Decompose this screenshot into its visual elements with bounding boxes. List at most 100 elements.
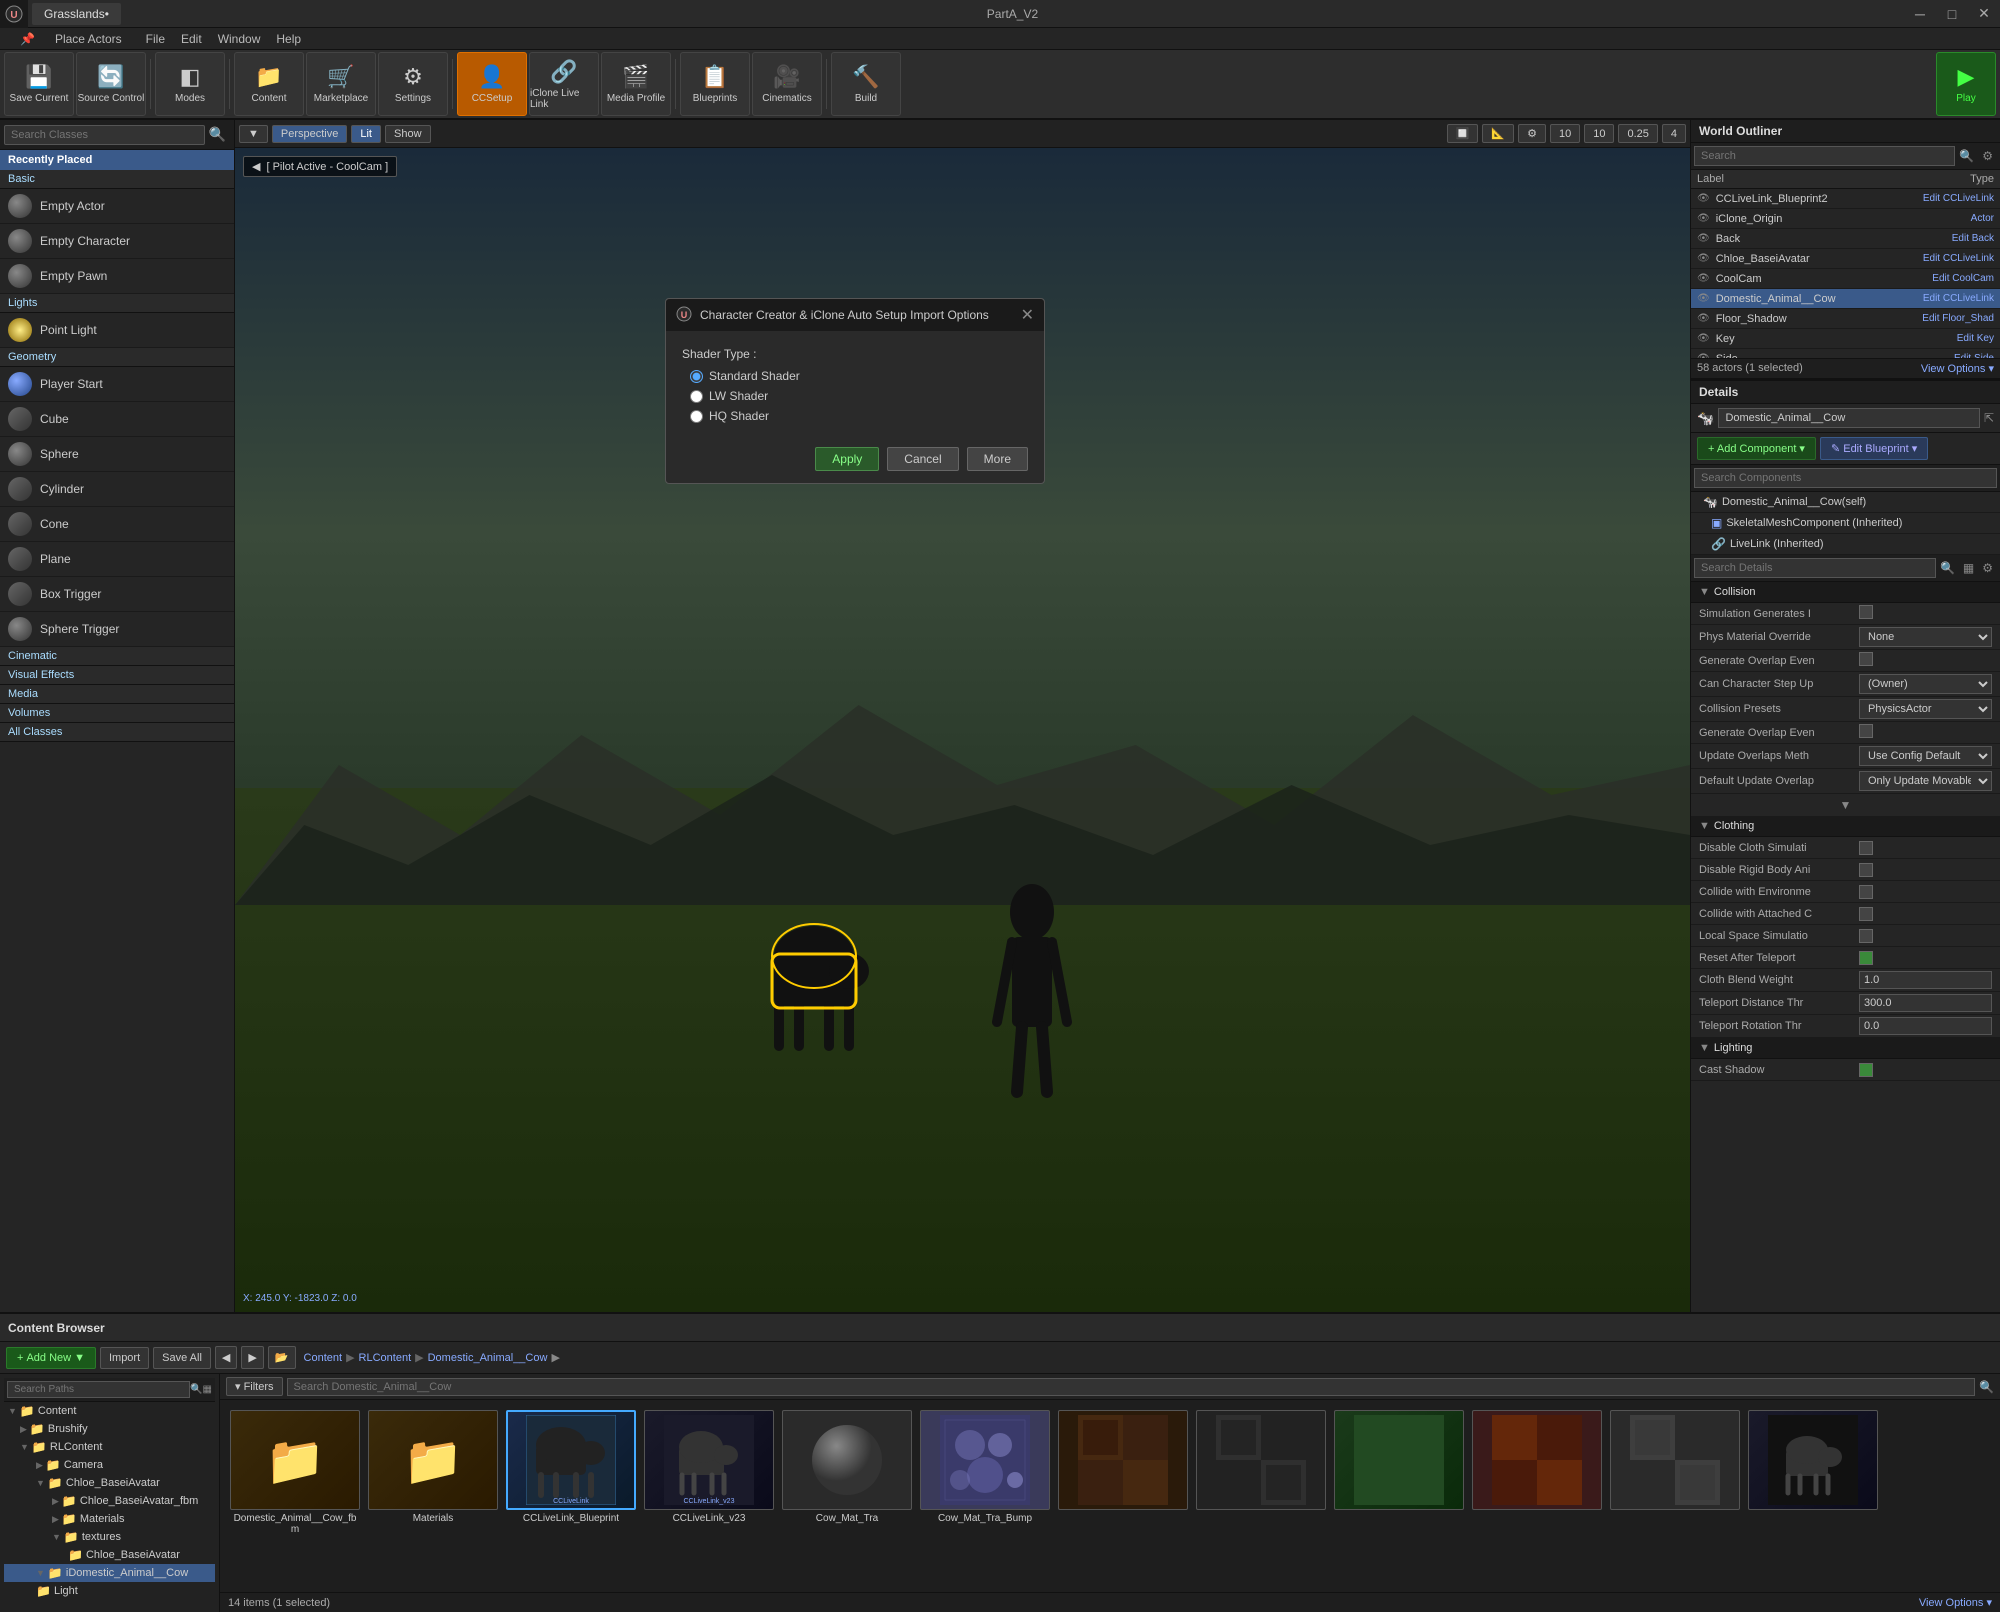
menu-window[interactable]: Window <box>210 30 269 48</box>
tree-view-options-icon[interactable]: ▦ <box>203 1384 212 1395</box>
list-item[interactable]: Sphere Trigger <box>0 612 234 647</box>
clothing-section-header[interactable]: ▼ Clothing <box>1691 816 2000 837</box>
save-current-button[interactable]: 💾 Save Current <box>4 52 74 116</box>
prop-checkbox[interactable] <box>1859 951 1873 965</box>
snap-btn-3[interactable]: ⚙ <box>1518 124 1546 143</box>
table-row[interactable]: 👁 Side Edit Side <box>1691 349 2000 358</box>
tree-item-textures[interactable]: ▼ 📁 textures <box>4 1528 215 1546</box>
collision-presets-select[interactable]: PhysicsActor <box>1859 699 1992 719</box>
phys-material-select[interactable]: None <box>1859 627 1992 647</box>
grid-snap-value[interactable]: 10 <box>1550 124 1580 143</box>
list-item[interactable] <box>1748 1410 1878 1535</box>
tree-item-chloe-fbm[interactable]: ▶ 📁 Chloe_BaseiAvatar_fbm <box>4 1492 215 1510</box>
content-button[interactable]: 📁 Content <box>234 52 304 116</box>
radio-lw-shader-input[interactable] <box>690 390 703 403</box>
breadcrumb-animal[interactable]: Domestic_Animal__Cow <box>428 1352 548 1364</box>
recently-placed-header[interactable]: Recently Placed <box>0 150 234 170</box>
sidebar-item-geometry[interactable]: Geometry <box>0 348 234 367</box>
close-btn[interactable]: ✕ <box>1968 0 2000 28</box>
tree-item-brushify[interactable]: ▶ 📁 Brushify <box>4 1420 215 1438</box>
visibility-icon[interactable]: 👁 <box>1697 273 1710 284</box>
snap-btn-1[interactable]: 🔲 <box>1447 124 1479 143</box>
list-item[interactable]: Point Light <box>0 313 234 348</box>
visibility-icon[interactable]: 👁 <box>1697 313 1710 324</box>
breadcrumb-content[interactable]: Content <box>304 1352 343 1364</box>
dialog-apply-button[interactable]: Apply <box>815 447 879 471</box>
cinematics-button[interactable]: 🎥 Cinematics <box>752 52 822 116</box>
sidebar-item-media[interactable]: Media <box>0 685 234 704</box>
list-item[interactable]: Cow_Mat_Tra <box>782 1410 912 1535</box>
rot-snap-value[interactable]: 10 <box>1584 124 1614 143</box>
list-item[interactable]: Empty Character <box>0 224 234 259</box>
dialog-more-button[interactable]: More <box>967 447 1028 471</box>
blueprints-button[interactable]: 📋 Blueprints <box>680 52 750 116</box>
maximize-btn[interactable]: □ <box>1936 0 1968 28</box>
visibility-icon[interactable]: 👁 <box>1697 193 1710 204</box>
menu-help[interactable]: Help <box>268 30 309 48</box>
breadcrumb-rlcontent[interactable]: RLContent <box>359 1352 412 1364</box>
viewport-perspective-btn[interactable]: Perspective <box>272 125 347 143</box>
list-item[interactable]: Cube <box>0 402 234 437</box>
list-item[interactable] <box>1472 1410 1602 1535</box>
edit-blueprint-button[interactable]: ✎ Edit Blueprint ▾ <box>1820 437 1928 460</box>
visibility-icon[interactable]: 👁 <box>1697 213 1710 224</box>
tree-item-materials[interactable]: ▶ 📁 Materials <box>4 1510 215 1528</box>
nav-back-button[interactable]: ◀ <box>215 1346 237 1369</box>
build-button[interactable]: 🔨 Build <box>831 52 901 116</box>
list-item[interactable]: CCLiveLink_v23 CCLiveLink_v23 <box>644 1410 774 1535</box>
list-item[interactable]: Plane <box>0 542 234 577</box>
filters-button[interactable]: ▾ Filters <box>226 1377 283 1396</box>
dialog-close-button[interactable]: ✕ <box>1021 305 1034 325</box>
dialog-cancel-button[interactable]: Cancel <box>887 447 958 471</box>
source-control-button[interactable]: 🔄 Source Control <box>76 52 146 116</box>
list-item[interactable]: Box Trigger <box>0 577 234 612</box>
cloth-blend-input[interactable] <box>1859 971 1992 989</box>
place-actors-toggle[interactable]: 📌 Place Actors <box>4 30 138 48</box>
char-step-select[interactable]: (Owner) <box>1859 674 1992 694</box>
sidebar-item-volumes[interactable]: Volumes <box>0 704 234 723</box>
viewport-lit-btn[interactable]: Lit <box>351 125 381 143</box>
radio-standard-shader[interactable]: Standard Shader <box>690 369 1028 383</box>
list-item[interactable]: Player Start <box>0 367 234 402</box>
teleport-dist-input[interactable] <box>1859 994 1992 1012</box>
list-item[interactable]: Cone <box>0 507 234 542</box>
radio-hq-shader-input[interactable] <box>690 410 703 423</box>
import-button[interactable]: Import <box>100 1347 149 1369</box>
list-item[interactable]: 📁 Materials <box>368 1410 498 1535</box>
prop-checkbox[interactable] <box>1859 1063 1873 1077</box>
prop-checkbox[interactable] <box>1859 841 1873 855</box>
search-paths-input[interactable] <box>7 1381 190 1398</box>
sidebar-item-all-classes[interactable]: All Classes <box>0 723 234 742</box>
table-row[interactable]: 👁 CoolCam Edit CoolCam <box>1691 269 2000 289</box>
list-item[interactable]: ▣ SkeletalMeshComponent (Inherited) <box>1691 513 2000 534</box>
nav-forward-button[interactable]: ▶ <box>241 1346 263 1369</box>
minimize-btn[interactable]: ─ <box>1904 0 1936 28</box>
lighting-section-header[interactable]: ▼ Lighting <box>1691 1038 2000 1059</box>
outliner-settings-icon[interactable]: ⚙ <box>1978 147 1997 165</box>
radio-standard-shader-input[interactable] <box>690 370 703 383</box>
tree-item-content[interactable]: ▼ 📁 Content <box>4 1402 215 1420</box>
modes-button[interactable]: ◧ Modes <box>155 52 225 116</box>
table-row[interactable]: 👁 Floor_Shadow Edit Floor_Shad <box>1691 309 2000 329</box>
snap-btn-2[interactable]: 📐 <box>1482 124 1514 143</box>
asset-search-input[interactable] <box>287 1378 1976 1396</box>
view-options-btn[interactable]: View Options ▾ <box>1921 362 1994 375</box>
cc-setup-button[interactable]: 👤 CCSetup <box>457 52 527 116</box>
save-all-button[interactable]: Save All <box>153 1347 211 1369</box>
menu-edit[interactable]: Edit <box>173 30 210 48</box>
media-profile-button[interactable]: 🎬 Media Profile <box>601 52 671 116</box>
cam-speed-btn[interactable]: 4 <box>1662 124 1686 143</box>
table-row[interactable]: 👁 Chloe_BaseiAvatar Edit CCLiveLink <box>1691 249 2000 269</box>
tree-item-camera[interactable]: ▶ 📁 Camera <box>4 1456 215 1474</box>
search-classes-input[interactable] <box>4 125 205 145</box>
viewport-perspective-dropdown[interactable]: ▼ <box>239 125 268 143</box>
prop-checkbox[interactable] <box>1859 929 1873 943</box>
sidebar-item-cinematic[interactable]: Cinematic <box>0 647 234 666</box>
search-components-input[interactable] <box>1694 468 1997 488</box>
table-row[interactable]: 👁 Back Edit Back <box>1691 229 2000 249</box>
visibility-icon[interactable]: 👁 <box>1697 253 1710 264</box>
visibility-icon[interactable]: 👁 <box>1697 293 1710 304</box>
prop-checkbox[interactable] <box>1859 605 1873 619</box>
sidebar-item-lights[interactable]: Lights <box>0 294 234 313</box>
table-row[interactable]: 👁 Key Edit Key <box>1691 329 2000 349</box>
